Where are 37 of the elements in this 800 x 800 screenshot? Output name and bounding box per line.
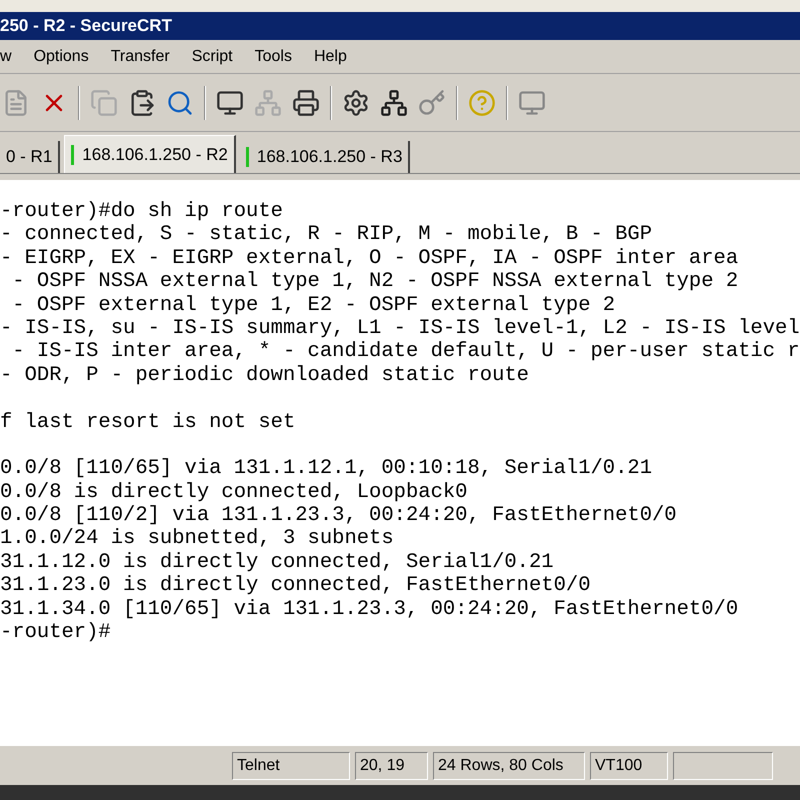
connected-indicator [71, 144, 74, 164]
terminal-line: 0.0/8 is directly connected, Loopback0 [0, 480, 468, 504]
menu-item[interactable]: Help [314, 44, 347, 68]
terminal-line: -router)# [0, 621, 112, 644]
menu-item[interactable]: Script [192, 44, 233, 68]
window-icon[interactable] [518, 88, 546, 116]
terminal-line: - IS-IS inter area, * - candidate default, U - per-user static r [11, 340, 800, 364]
terminal-line: - connected, S - static, R - RIP, M - mobile, B - BGP [0, 223, 654, 247]
terminal-line: - OSPF external type 1, E2 - OSPF external type 2 [11, 294, 616, 317]
key-icon[interactable] [418, 88, 446, 116]
terminal-line: 31.1.12.0 is directly connected, Serial1/0.21 [0, 550, 555, 574]
status-pane: 24 Rows, 80 Cols [433, 752, 585, 780]
terminal-line: f last resort is not set [0, 410, 296, 434]
menu-item[interactable]: w [0, 44, 12, 68]
search-icon[interactable] [166, 88, 194, 116]
status-pane: 20, 19 [355, 752, 428, 780]
terminal-line: - ODR, P - periodic downloaded static route [0, 364, 530, 388]
terminal-line: - EIGRP, EX - EIGRP external, O - OSPF, IA - OSPF inter area [0, 246, 740, 270]
printer-icon[interactable] [292, 88, 320, 116]
status-pane: VT100 [590, 752, 668, 780]
terminal-line: 0.0/8 [110/65] via 131.1.12.1, 00:10:18, Serial1/0.21 [0, 457, 654, 481]
connected-indicator [246, 147, 249, 167]
menu-item[interactable]: Options [34, 44, 89, 68]
window-title: 250 - R2 - SecureCRT [0, 15, 172, 38]
terminal-line: 31.1.23.0 is directly connected, FastEthernet0/0 [0, 574, 592, 598]
terminal-line: 31.1.34.0 [110/65] via 131.1.23.3, 00:24:20, FastEthernet0/0 [0, 598, 740, 622]
menu-item[interactable]: Tools [254, 44, 292, 68]
session-tab[interactable]: 168.106.1.250 - R2 [64, 135, 236, 173]
terminal-line: 0.0/8 [110/2] via 131.1.23.3, 00:24:20, FastEthernet0/0 [0, 504, 678, 528]
terminal-line: - IS-IS, su - IS-IS summary, L1 - IS-IS level-1, L2 - IS-IS level [0, 316, 800, 340]
settings-icon[interactable] [342, 88, 370, 116]
terminal-line: 1.0.0/24 is subnetted, 3 subnets [0, 527, 395, 551]
status-pane: Telnet [232, 752, 350, 780]
menu-item[interactable]: Transfer [110, 44, 170, 68]
terminal-line: -router)#do sh ip route [0, 200, 284, 224]
terminal-line: - OSPF NSSA external type 1, N2 - OSPF NSSA external type 2 [11, 270, 740, 294]
monitor-icon[interactable] [216, 88, 244, 116]
